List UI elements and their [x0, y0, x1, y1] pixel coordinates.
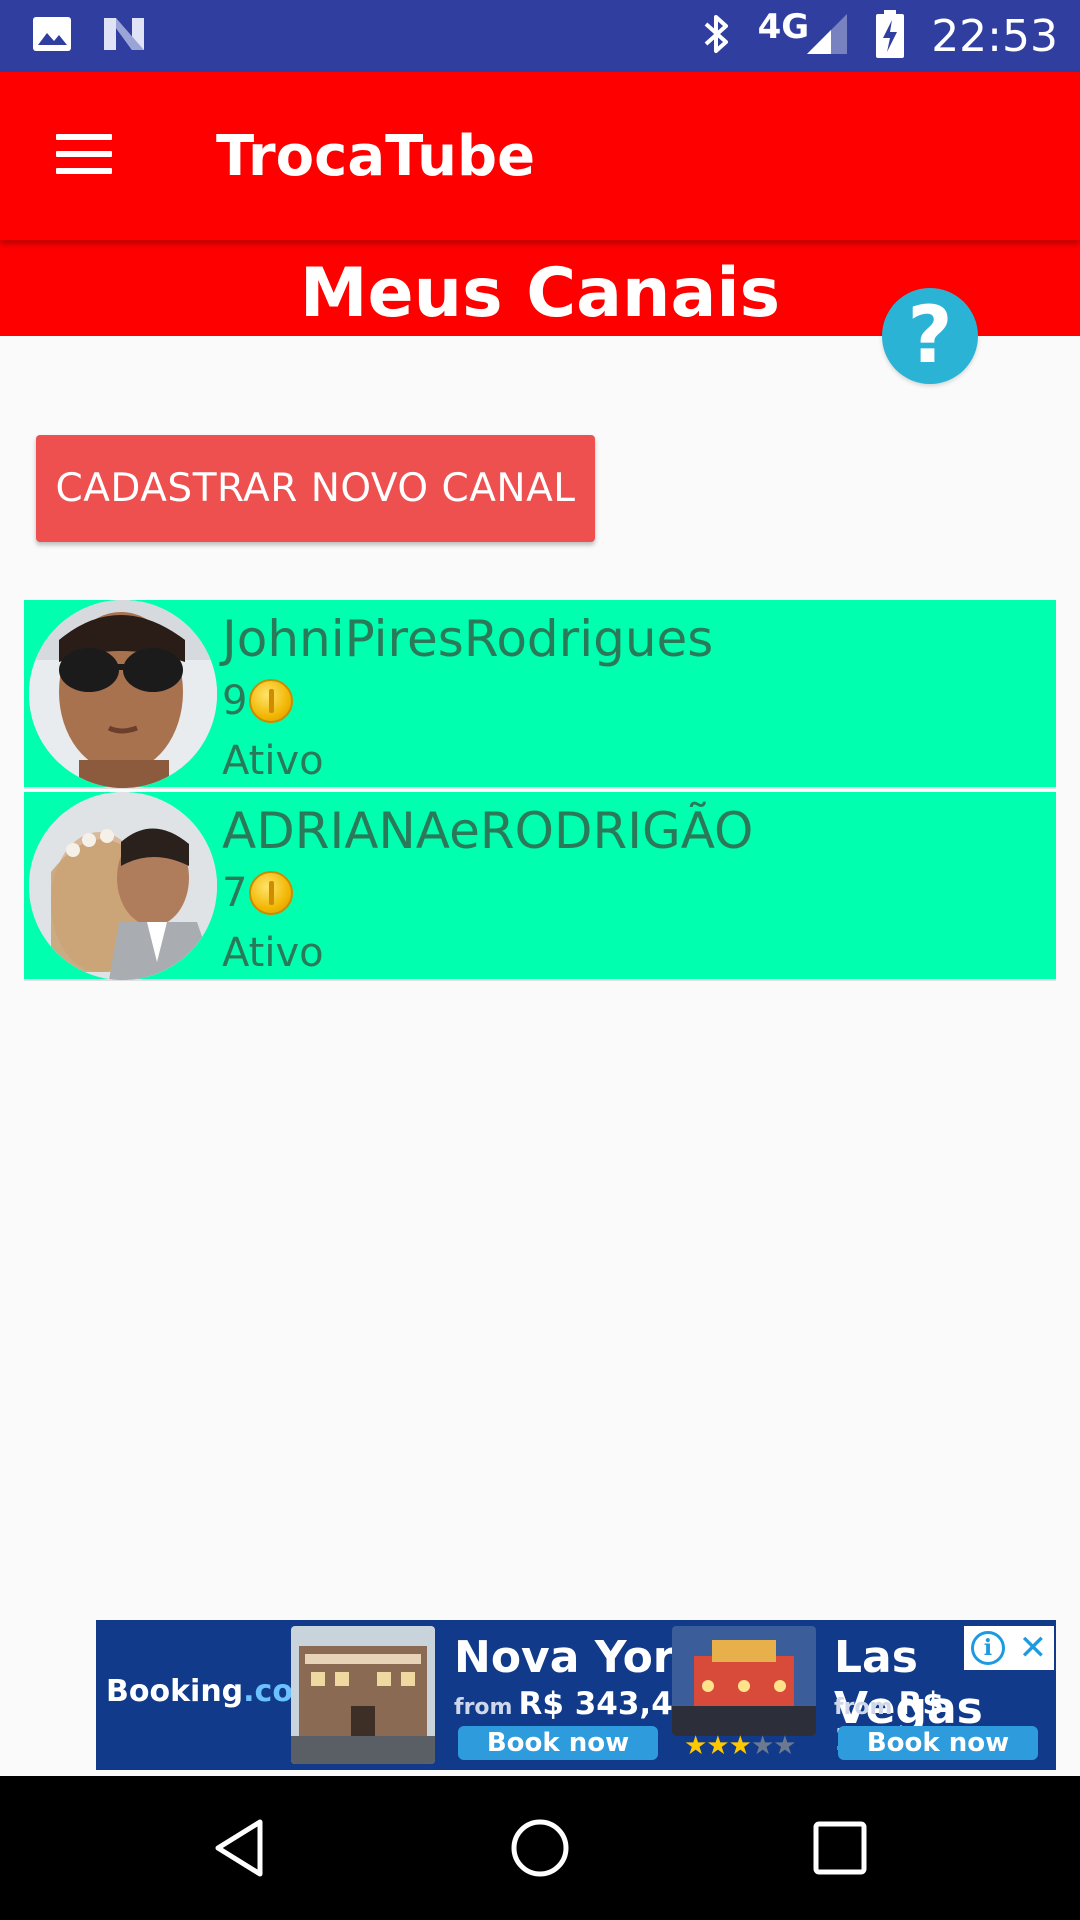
channel-name: JohniPiresRodrigues: [222, 610, 714, 668]
ad-price: from R$ 343,40: [454, 1686, 695, 1722]
channel-item[interactable]: JohniPiresRodrigues 9 Ativo: [24, 600, 1056, 789]
status-bar: 4G 22:53: [0, 0, 1080, 72]
question-mark-icon: ?: [907, 291, 953, 381]
ad-controls: i ✕: [964, 1626, 1054, 1670]
coin-count: 9: [222, 678, 248, 724]
channel-name: ADRIANAeRODRIGÃO: [222, 802, 754, 860]
register-channel-button[interactable]: CADASTRAR NOVO CANAL: [36, 435, 595, 542]
book-now-button[interactable]: Book now: [838, 1726, 1038, 1760]
rating-stars: ★★★★★: [684, 1730, 797, 1760]
channel-list: JohniPiresRodrigues 9 Ativo ADRIANAeRODR…: [24, 600, 1056, 984]
ad-info-icon[interactable]: i: [970, 1631, 1005, 1665]
avatar: [29, 600, 217, 788]
help-button[interactable]: ?: [882, 288, 978, 384]
avatar: [29, 792, 217, 980]
hotel-photo-new-york: [291, 1626, 435, 1764]
home-icon[interactable]: [508, 1816, 572, 1880]
ad-city: Nova York: [454, 1632, 704, 1683]
back-icon[interactable]: [208, 1816, 272, 1880]
app-title: TrocaTube: [216, 124, 536, 189]
coin-count: 7: [222, 870, 248, 916]
ad-close-icon[interactable]: ✕: [1019, 1631, 1048, 1665]
hotel-photo-las-vegas: [672, 1626, 816, 1736]
hamburger-menu-icon[interactable]: [56, 134, 112, 174]
channel-coins: 7: [222, 870, 294, 916]
recents-icon[interactable]: [808, 1816, 872, 1880]
n-icon: [102, 14, 146, 59]
navigation-bar: [0, 1776, 1080, 1920]
clock: 22:53: [931, 10, 1058, 62]
coin-icon: [249, 679, 294, 723]
ad-banner[interactable]: Booking.com Nova York from R$ 343,40 Book…: [96, 1620, 1056, 1770]
bluetooth-icon: [702, 13, 732, 60]
channel-status: Ativo: [222, 930, 324, 976]
coin-icon: [249, 871, 294, 915]
channel-status: Ativo: [222, 738, 324, 784]
battery-charging-icon: [875, 9, 905, 63]
network-type: 4G: [757, 7, 810, 47]
signal-icon: [805, 12, 849, 61]
channel-coins: 9: [222, 678, 294, 724]
image-icon: [32, 14, 72, 59]
book-now-button[interactable]: Book now: [458, 1726, 658, 1760]
app-bar: TrocaTube: [0, 72, 1080, 240]
channel-item[interactable]: ADRIANAeRODRIGÃO 7 Ativo: [24, 792, 1056, 981]
